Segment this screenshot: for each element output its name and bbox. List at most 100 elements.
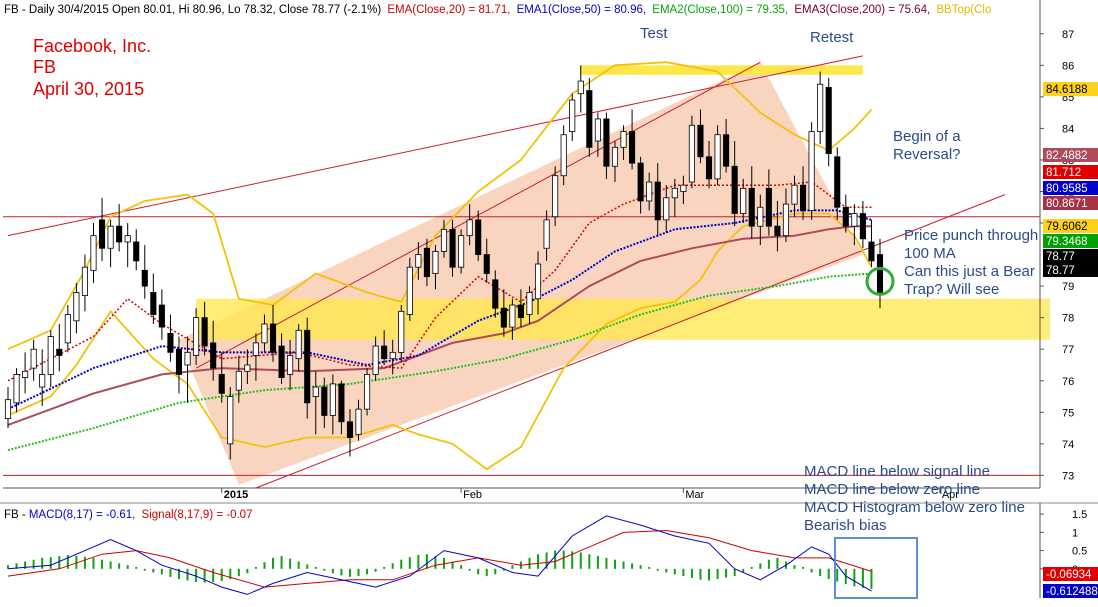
- candle-body: [261, 323, 268, 344]
- time-tick-label: 2015: [224, 489, 248, 501]
- candle-body: [552, 175, 559, 218]
- candle-body: [560, 134, 567, 177]
- candle-body: [517, 304, 524, 319]
- time-tick-label: Feb: [463, 489, 482, 501]
- annotation-punch-2: 100 MA: [904, 245, 956, 262]
- candle-body: [415, 254, 422, 268]
- annotation-macd-1: MACD line below signal line: [804, 463, 990, 480]
- candle-body: [39, 374, 46, 388]
- candle-body: [731, 165, 738, 214]
- annotation-punch-4: Trap? Will see: [904, 281, 999, 298]
- candle-body: [646, 181, 653, 202]
- candle-body: [235, 370, 242, 391]
- candle-body: [81, 266, 88, 296]
- candle-body: [500, 307, 507, 328]
- macd-tick-label: 0.5: [1072, 546, 1087, 558]
- header-ema100: EMA2(Close,100) = 79.35,: [652, 4, 788, 16]
- candle-body: [526, 292, 533, 315]
- candle-body: [193, 317, 200, 356]
- annotation-reversal-2: Reversal?: [893, 146, 961, 163]
- candle-body: [372, 345, 379, 375]
- candle-body: [594, 118, 601, 142]
- candle-body: [620, 131, 627, 148]
- price-tag: 78.77: [1046, 251, 1075, 263]
- candle-body: [842, 206, 849, 227]
- candle-body: [808, 131, 815, 211]
- candle-body: [475, 219, 482, 255]
- macd-tick-label: 1: [1072, 527, 1078, 539]
- candle-body: [346, 421, 354, 438]
- price-tick-label: 76: [1062, 376, 1074, 388]
- candle-body: [389, 351, 396, 360]
- candle-body: [98, 219, 106, 249]
- candle-body: [569, 99, 576, 132]
- candle-body: [791, 184, 798, 205]
- candle-body: [740, 187, 747, 214]
- candle-body: [851, 213, 858, 227]
- candle-body: [304, 329, 311, 404]
- candle-body: [543, 219, 550, 249]
- candle-body: [714, 134, 721, 180]
- price-tag: 78.77: [1046, 265, 1075, 277]
- candle-body: [218, 374, 225, 394]
- candle-body: [278, 345, 285, 378]
- price-tags-layer: 84.6188 82.4882 81.712 80.9585 80.8671 79.606…: [1043, 82, 1098, 598]
- macd-tick-label: 1.5: [1072, 509, 1087, 521]
- candle-body: [150, 292, 157, 315]
- candle-body: [611, 146, 619, 167]
- candle-body: [321, 386, 328, 416]
- candle-body: [868, 241, 875, 262]
- macd-signal-line: [7, 529, 872, 588]
- macd-layer: [7, 515, 918, 599]
- candle-body: [133, 241, 140, 262]
- candle-body: [252, 342, 259, 356]
- candle-body: [432, 251, 439, 274]
- candle-body: [30, 348, 37, 369]
- header-ema200: EMA3(Close,200) = 75.64,: [794, 4, 930, 16]
- candle-body: [107, 225, 114, 249]
- price-tick-label: 86: [1062, 60, 1074, 72]
- annotation-macd-3: MACD Histogram below zero line: [804, 499, 1025, 516]
- candle-body: [201, 317, 208, 347]
- ticker-symbol: FB: [33, 57, 56, 77]
- candle-body: [64, 314, 71, 344]
- price-tag: 84.6188: [1046, 84, 1088, 96]
- header-prefix: FB - Daily 30/4/2015 Open 80.01, Hi 80.9…: [4, 4, 381, 16]
- support-zone: [196, 298, 1050, 340]
- annotation-macd-4: Bearish bias: [804, 517, 887, 534]
- chart-header: FB - Daily 30/4/2015 Open 80.01, Hi 80.9…: [4, 4, 991, 16]
- price-tick-label: 73: [1062, 470, 1074, 482]
- candle-body: [90, 235, 97, 271]
- time-tick-label: Mar: [685, 489, 704, 501]
- chart-stage: 73747576777879818283848586872015FebMarAp…: [0, 0, 1098, 602]
- candle-body: [398, 310, 405, 353]
- price-tick-label: 78: [1062, 313, 1074, 325]
- candle-body: [406, 266, 413, 315]
- price-tag: 82.4882: [1046, 150, 1088, 162]
- candle-body: [4, 399, 12, 420]
- candle-body: [158, 304, 165, 328]
- candle-body: [509, 304, 516, 328]
- annotation-reversal-1: Begin of a: [893, 128, 961, 145]
- candle-body: [73, 292, 80, 322]
- candle-body: [782, 203, 790, 237]
- candle-body: [765, 187, 772, 227]
- price-tag: 80.8671: [1046, 198, 1088, 210]
- candle-body: [663, 197, 670, 221]
- macd-tag: -0.06934: [1046, 569, 1092, 581]
- candle-body: [364, 374, 371, 410]
- price-tick-label: 87: [1062, 29, 1074, 41]
- candle-body: [825, 86, 832, 155]
- header-ema50: EMA1(Close,50) = 80.96,: [517, 4, 646, 16]
- candle-body: [748, 187, 755, 227]
- candle-body: [124, 235, 131, 243]
- macd-header-signal: Signal(8,17,9) = -0.07: [142, 509, 253, 521]
- price-tick-label: 84: [1062, 123, 1074, 135]
- candle-body: [329, 383, 336, 416]
- candle-body: [800, 184, 807, 211]
- candle-body: [287, 355, 294, 375]
- candle-body: [175, 348, 183, 375]
- annotation-macd-2: MACD line below zero line: [804, 481, 980, 498]
- price-tick-label: 79: [1062, 281, 1074, 293]
- annotation-punch-3: Can this just a Bear: [904, 263, 1035, 280]
